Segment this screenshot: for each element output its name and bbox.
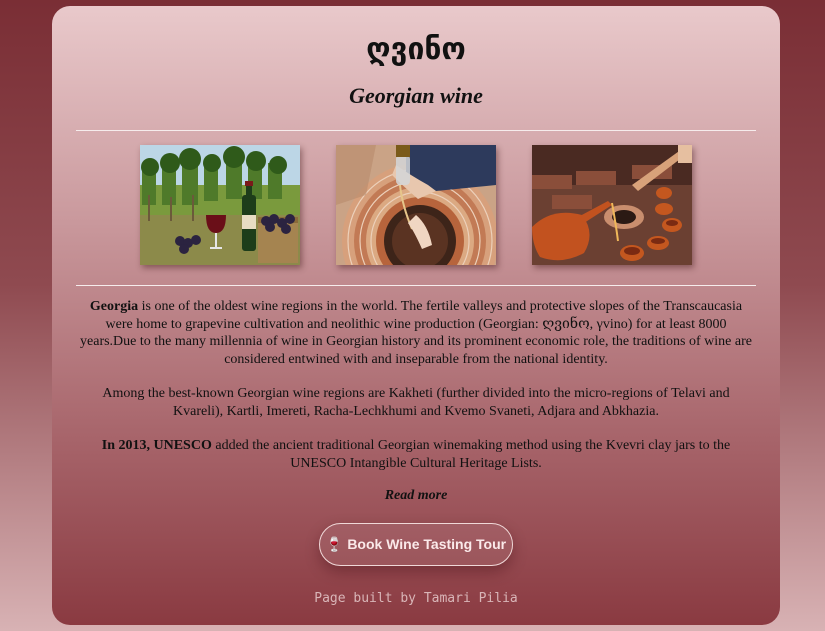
- paragraph-unesco-bold: In 2013, UNESCO: [101, 438, 212, 453]
- kvevri-pour-photo: [336, 145, 496, 265]
- divider-bottom: [76, 285, 756, 286]
- book-wine-tasting-button[interactable]: 🍷 Book Wine Tasting Tour: [319, 522, 513, 566]
- paragraph-unesco: In 2013, UNESCO added the ancient tradit…: [76, 437, 756, 472]
- page-title-georgian: ღვინო: [366, 32, 466, 67]
- book-wine-tasting-label: Book Wine Tasting Tour: [347, 536, 507, 552]
- paragraph-intro-bold: Georgia: [89, 299, 139, 314]
- vineyard-photo: [140, 145, 300, 265]
- clay-vessels-photo: [532, 145, 692, 265]
- read-more-link[interactable]: Read more: [76, 487, 756, 505]
- photo-gallery: [52, 145, 780, 265]
- content-card: ღვინო Georgian wine Georgia is one of th…: [52, 6, 780, 625]
- page-footer: Page built by Tamari Pilia: [314, 591, 518, 606]
- divider-top: [76, 130, 756, 131]
- paragraph-intro: Georgia is one of the oldest wine region…: [76, 298, 756, 368]
- wine-glass-icon: 🍷: [325, 535, 344, 552]
- paragraph-unesco-text: added the ancient traditional Georgian w…: [211, 438, 731, 471]
- page-subtitle-english: Georgian wine: [349, 83, 483, 108]
- paragraph-regions: Among the best-known Georgian wine regio…: [76, 385, 756, 420]
- paragraph-regions-text: Among the best-known Georgian wine regio…: [102, 386, 730, 419]
- article-body: Georgia is one of the oldest wine region…: [76, 298, 756, 505]
- paragraph-intro-text: is one of the oldest wine regions in the…: [80, 299, 752, 367]
